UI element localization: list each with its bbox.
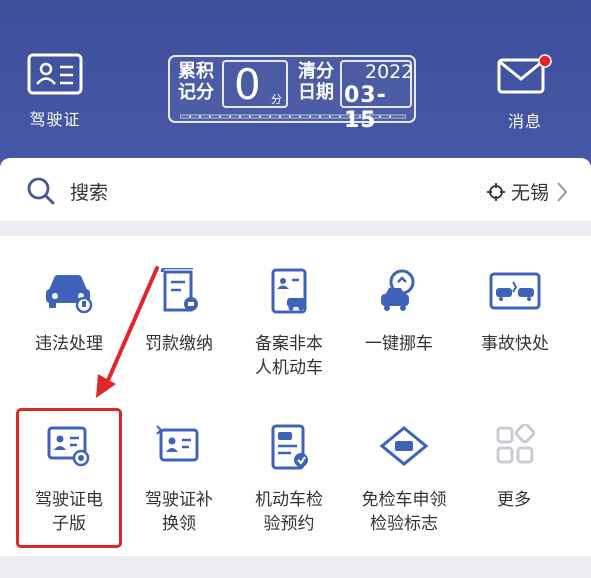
header-bar: 驾驶证 累积 记分 0 分 清分 日期 2022 03-15 消息: [0, 0, 591, 170]
chevron-right-icon: [557, 181, 568, 202]
inspection-booking-icon: [271, 424, 308, 470]
score-label: 累积 记分: [178, 61, 214, 103]
service-label: 免检车申领 检验标志: [361, 490, 447, 534]
service-label: 更多: [497, 490, 531, 510]
score-value: 0: [234, 60, 261, 109]
service-vehicle-registration[interactable]: 备案非本 人机动车: [234, 268, 344, 380]
service-label: 罚款缴纳: [145, 334, 213, 354]
service-more[interactable]: 更多: [459, 422, 569, 512]
service-label: 事故快处: [481, 334, 549, 354]
service-move-car[interactable]: 一键挪车: [344, 268, 454, 356]
vehicle-registration-icon: [271, 268, 307, 314]
score-card-dots: [180, 114, 406, 119]
envelope-icon: [497, 54, 552, 94]
service-fine-payment[interactable]: 罚款缴纳: [124, 266, 234, 356]
more-icon: [496, 422, 536, 464]
move-car-icon: [381, 269, 415, 311]
service-label: 备案非本 人机动车: [255, 334, 323, 378]
license-button[interactable]: 驾驶证: [20, 52, 90, 130]
service-label: 违法处理: [35, 334, 103, 354]
search-icon: [27, 177, 55, 205]
service-label: 驾驶证补 换领: [145, 490, 213, 534]
license-card-icon: [27, 53, 83, 95]
message-label: 消息: [507, 112, 542, 131]
city-label: 无锡: [510, 182, 549, 204]
service-exempt-label[interactable]: 免检车申领 检验标志: [349, 424, 459, 536]
exempt-label-icon: [379, 426, 429, 466]
license-renew-icon: [156, 425, 199, 462]
score-unit: 分: [271, 93, 282, 106]
service-label: 机动车检 验预约: [255, 490, 323, 534]
message-button[interactable]: 消息: [488, 52, 562, 132]
service-label: 一键挪车: [365, 334, 433, 354]
score-card[interactable]: 累积 记分 0 分 清分 日期 2022 03-15: [168, 55, 416, 133]
service-inspection-booking[interactable]: 机动车检 验预约: [234, 424, 344, 536]
location-selector[interactable]: 无锡: [486, 178, 569, 205]
clear-date-label: 清分 日期: [298, 61, 334, 103]
clear-date: 03-15: [344, 83, 387, 133]
accident-icon: [489, 272, 541, 310]
clear-year: 2022: [365, 61, 414, 83]
notification-dot-icon: [538, 54, 552, 68]
location-target-icon: [486, 182, 505, 201]
car-violation-icon: [46, 275, 93, 314]
fine-payment-icon: [160, 266, 198, 312]
search-input[interactable]: 搜索: [70, 178, 108, 205]
search-bar[interactable]: 搜索 无锡: [0, 158, 591, 221]
service-violation[interactable]: 违法处理: [14, 268, 124, 356]
service-accident[interactable]: 事故快处: [460, 268, 570, 356]
license-label: 驾驶证: [29, 110, 81, 129]
highlight-box: [16, 408, 122, 548]
service-license-renew[interactable]: 驾驶证补 换领: [124, 424, 234, 536]
